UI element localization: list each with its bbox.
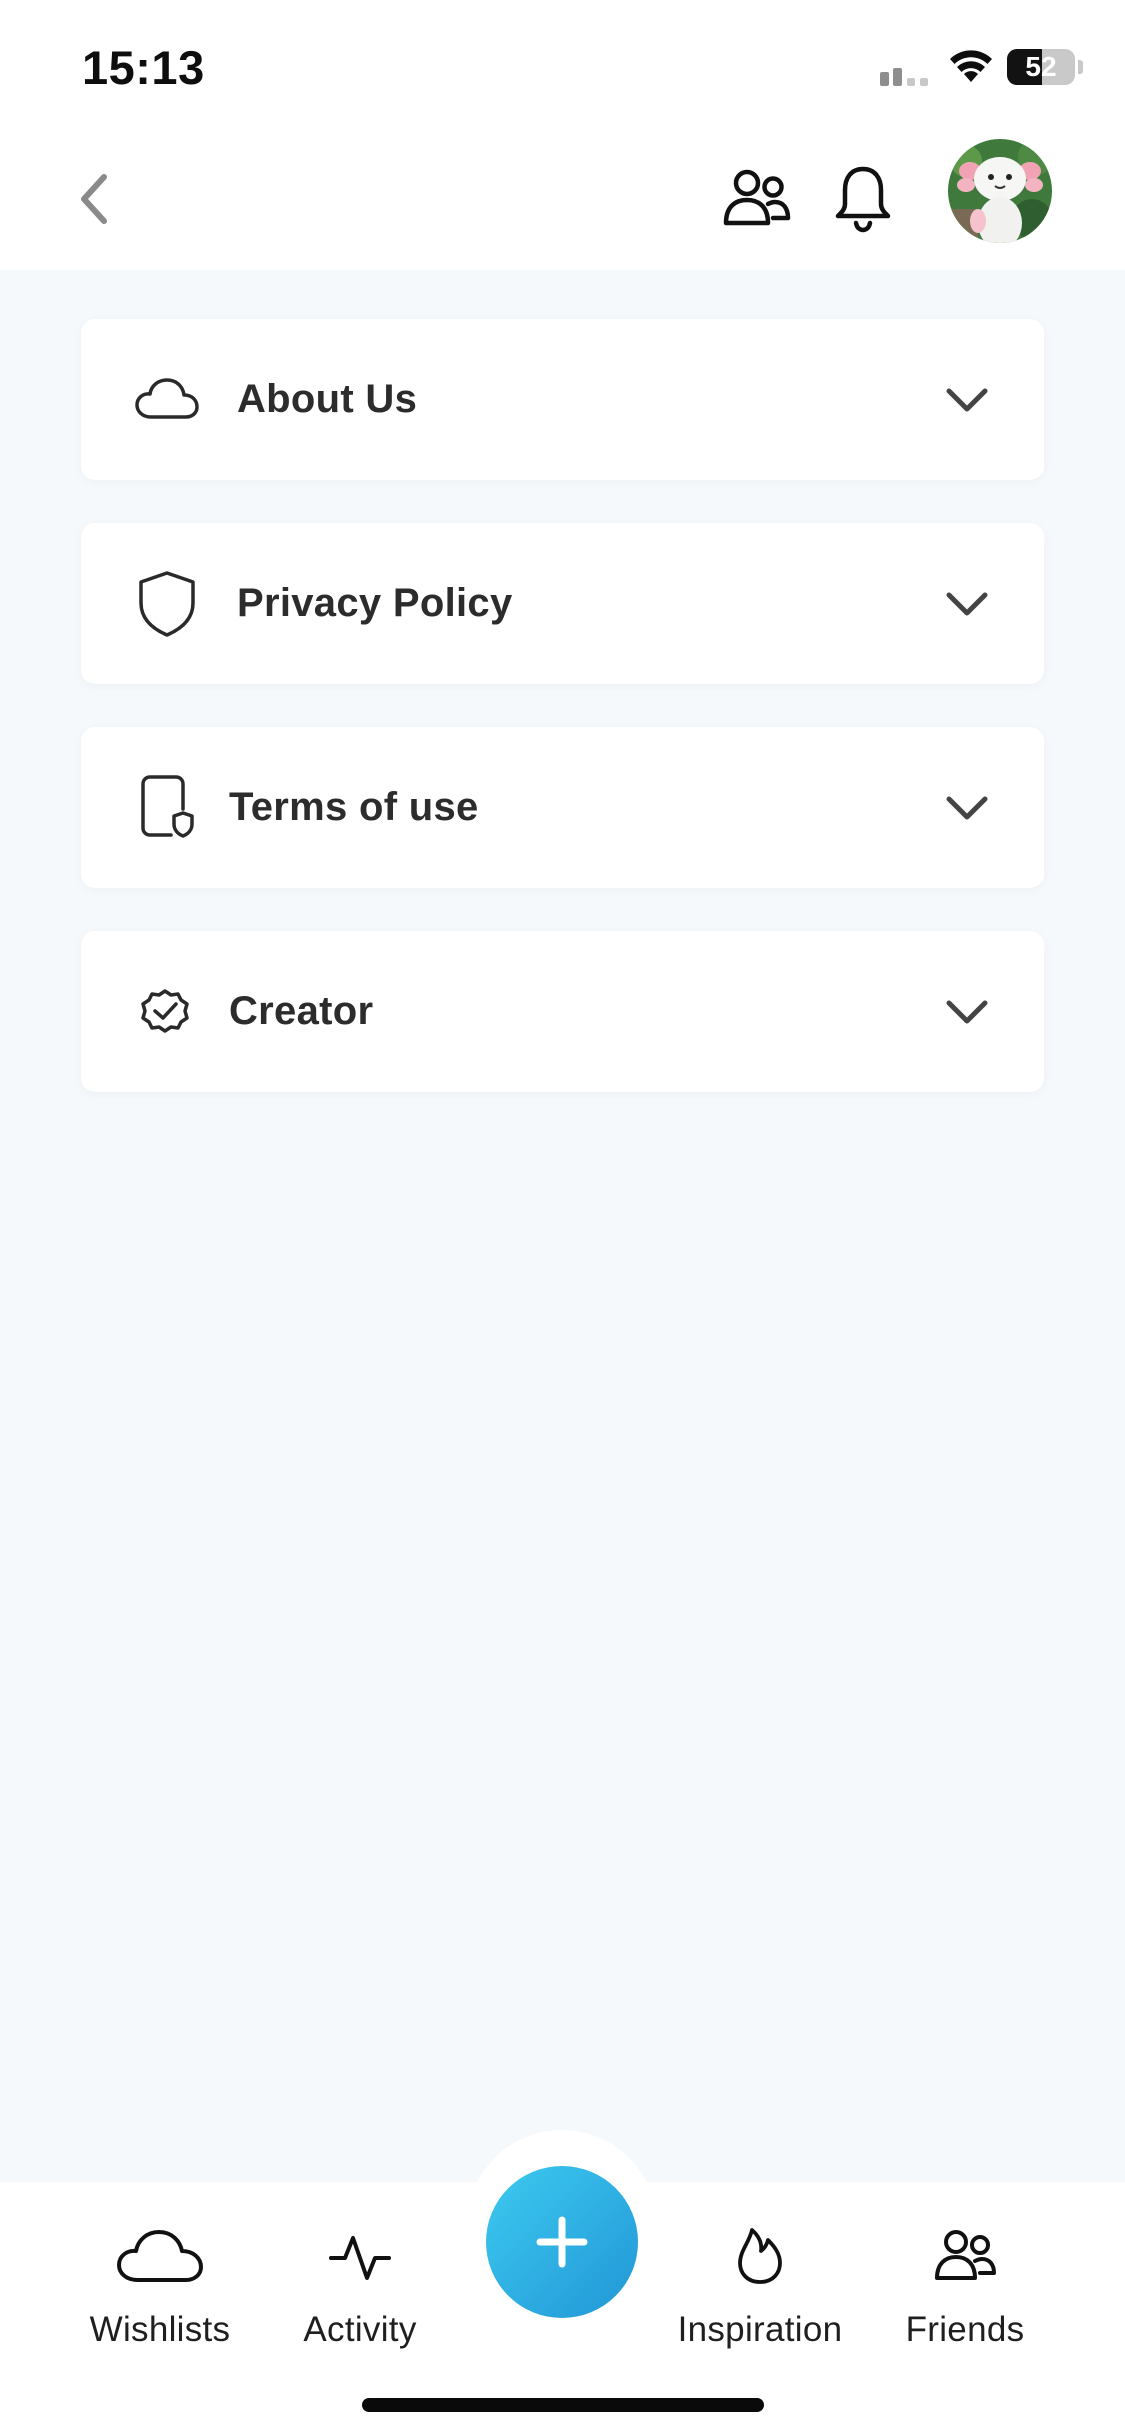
notifications-button[interactable] xyxy=(832,161,894,233)
home-indicator[interactable] xyxy=(362,2398,764,2412)
friends-button[interactable] xyxy=(722,163,792,233)
activity-icon xyxy=(329,2236,391,2280)
tab-label: Wishlists xyxy=(89,2310,231,2349)
friends-icon xyxy=(723,169,791,226)
plus-icon xyxy=(536,2216,588,2268)
battery-icon: 52 xyxy=(1007,49,1083,85)
avatar-image xyxy=(948,139,1052,243)
tab-friends[interactable]: Friends xyxy=(880,2222,1050,2372)
section-label: Terms of use xyxy=(229,785,479,829)
section-privacy-policy[interactable]: Privacy Policy xyxy=(81,523,1044,684)
chevron-down-icon xyxy=(946,592,988,616)
section-label: Privacy Policy xyxy=(237,581,513,625)
add-button[interactable] xyxy=(486,2166,638,2318)
shield-icon xyxy=(139,571,195,637)
tab-label: Friends xyxy=(905,2310,1025,2349)
friends-icon xyxy=(935,2230,996,2280)
section-terms-of-use[interactable]: Terms of use xyxy=(81,727,1044,888)
section-label: About Us xyxy=(237,377,418,421)
chevron-down-icon xyxy=(946,796,988,820)
flame-icon xyxy=(738,2228,782,2284)
cellular-signal-icon xyxy=(880,68,928,86)
tab-wishlists[interactable]: Wishlists xyxy=(70,2222,250,2372)
chevron-down-icon xyxy=(946,388,988,412)
status-time: 15:13 xyxy=(82,41,205,94)
section-about-us[interactable]: About Us xyxy=(81,319,1044,480)
section-creator[interactable]: Creator xyxy=(81,931,1044,1092)
wifi-icon xyxy=(950,50,992,82)
cloud-icon xyxy=(135,378,199,419)
status-bar: 15:13 52 xyxy=(0,0,1125,135)
verified-badge-icon xyxy=(141,989,189,1033)
chevron-left-icon xyxy=(81,174,107,224)
cloud-icon xyxy=(117,2230,203,2282)
content-area: About Us Privacy Policy Terms of use Cre… xyxy=(0,270,1125,2182)
tab-label: Inspiration xyxy=(677,2310,843,2349)
document-shield-icon xyxy=(141,775,194,838)
app-header xyxy=(0,135,1125,270)
bottom-tab-bar: Wishlists Activity Inspiration Friends xyxy=(0,2130,1125,2436)
chevron-down-icon xyxy=(946,1000,988,1024)
bell-icon xyxy=(835,166,891,233)
tab-inspiration[interactable]: Inspiration xyxy=(665,2222,855,2372)
tab-label: Activity xyxy=(303,2310,417,2349)
tab-activity[interactable]: Activity xyxy=(280,2222,440,2372)
section-label: Creator xyxy=(229,989,374,1033)
avatar[interactable] xyxy=(948,139,1052,243)
back-button[interactable] xyxy=(70,165,126,233)
battery-level: 52 xyxy=(1025,51,1057,82)
